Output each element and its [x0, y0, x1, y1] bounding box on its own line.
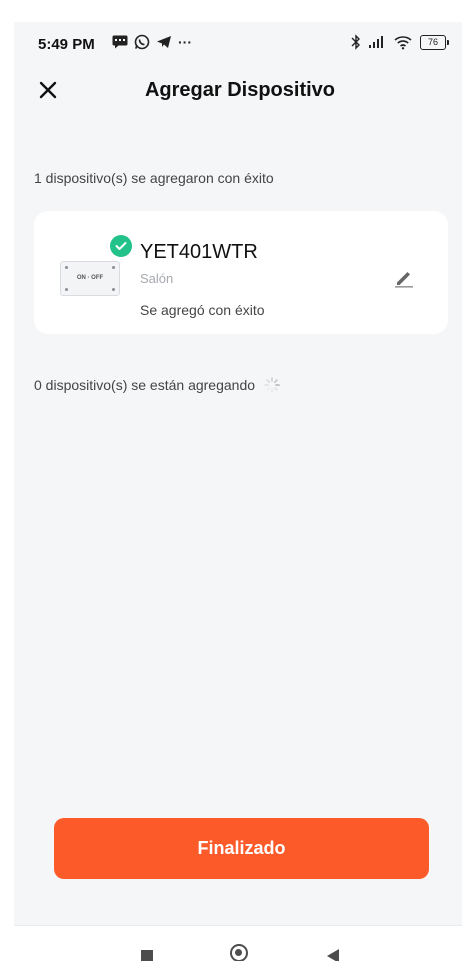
- telegram-icon: [157, 36, 171, 48]
- thumb-screw: [112, 288, 115, 291]
- recent-apps-button[interactable]: [141, 950, 153, 961]
- device-room: Salón: [140, 271, 174, 286]
- page-title: Agregar Dispositivo: [144, 79, 336, 101]
- device-status: Se agregó con éxito: [140, 302, 265, 318]
- success-badge: [110, 235, 132, 257]
- app-screen: 5:49 PM ··· 76 Agregar Dispositivo 1 dis…: [14, 22, 462, 961]
- thumb-screw: [65, 266, 68, 269]
- thumb-screw: [112, 266, 115, 269]
- more-notifications: ···: [178, 34, 192, 50]
- spinner-icon: [264, 377, 280, 393]
- adding-row: 0 dispositivo(s) se están agregando: [34, 376, 281, 394]
- status-time: 5:49 PM: [38, 36, 95, 53]
- system-icons: 76: [351, 34, 449, 50]
- message-icon: [112, 35, 128, 49]
- system-nav-bar: [14, 925, 462, 961]
- pencil-icon: [395, 272, 413, 288]
- home-button[interactable]: [230, 944, 248, 961]
- wifi-icon: [394, 36, 412, 50]
- whatsapp-icon: [134, 34, 150, 50]
- success-count-text: 1 dispositivo(s) se agregaron con éxito: [34, 170, 274, 186]
- signal-icon: [369, 36, 383, 48]
- adding-count-text: 0 dispositivo(s) se están agregando: [34, 377, 256, 393]
- done-button[interactable]: Finalizado: [54, 818, 429, 879]
- battery-icon: 76: [420, 34, 449, 50]
- header: Agregar Dispositivo: [14, 66, 462, 114]
- device-card: ON · OFF YET401WTR Salón Se agregó con é…: [34, 211, 448, 334]
- bluetooth-icon: [351, 34, 360, 50]
- edit-device-button[interactable]: [392, 265, 416, 289]
- device-thumbnail: ON · OFF: [60, 261, 120, 296]
- notification-icons: ···: [112, 34, 192, 50]
- thumb-screw: [65, 288, 68, 291]
- check-icon: [115, 242, 127, 250]
- device-name: YET401WTR: [140, 241, 258, 263]
- status-bar: 5:49 PM ··· 76: [14, 22, 462, 66]
- back-button[interactable]: [327, 949, 339, 961]
- switch-label: ON · OFF: [76, 275, 104, 281]
